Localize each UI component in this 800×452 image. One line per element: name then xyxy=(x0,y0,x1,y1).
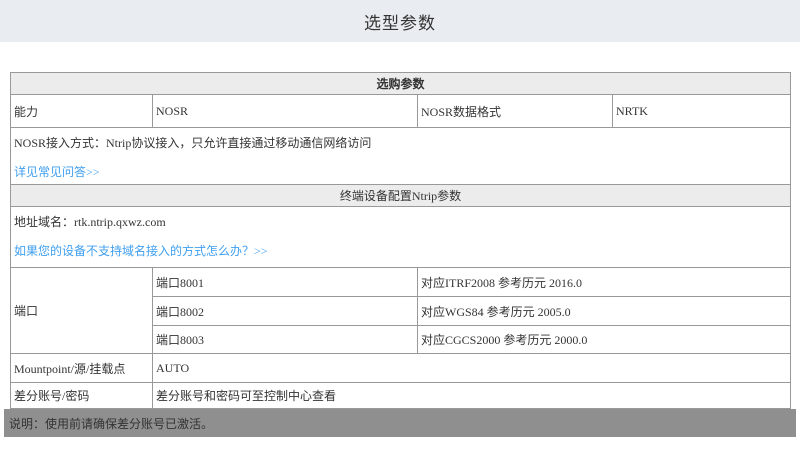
footer-note-text: 说明：使用前请确保差分账号已激活。 xyxy=(9,415,213,432)
account-label: 差分账号/密码 xyxy=(11,383,153,409)
port-label: 端口 xyxy=(11,268,153,354)
mountpoint-label: Mountpoint/源/挂载点 xyxy=(11,354,153,383)
nosr-access-row: NOSR接入方式：Ntrip协议接入，只允许直接通过移动通信网络访问 详见常见问… xyxy=(11,128,791,185)
section-title-purchase-params: 选购参数 xyxy=(11,73,791,95)
footer-note: 说明：使用前请确保差分账号已激活。 xyxy=(4,409,796,437)
mountpoint-row: Mountpoint/源/挂载点 AUTO xyxy=(11,354,791,383)
port-8002-desc: 对应WGS84 参考历元 2005.0 xyxy=(418,297,791,326)
page-title: 选型参数 xyxy=(364,9,436,34)
domain-row: 地址域名：rtk.ntrip.qxwz.com 如果您的设备不支持域名接入的方式… xyxy=(11,207,791,268)
domain-text: 地址域名：rtk.ntrip.qxwz.com xyxy=(14,214,787,230)
parameters-table: 选购参数 能力 NOSR NOSR数据格式 NRTK NOSR接入方式：Ntri… xyxy=(10,72,791,409)
faq-link[interactable]: 详见常见问答>> xyxy=(14,165,100,179)
section-header-row-purchase: 选购参数 xyxy=(11,73,791,95)
page-header: 选型参数 xyxy=(0,0,800,42)
capability-row: 能力 NOSR NOSR数据格式 NRTK xyxy=(11,95,791,128)
section-header-row-ntrip: 终端设备配置Ntrip参数 xyxy=(11,185,791,207)
port-8003-desc: 对应CGCS2000 参考历元 2000.0 xyxy=(418,326,791,354)
account-value: 差分账号和密码可至控制中心查看 xyxy=(153,383,791,409)
nosr-access-text: NOSR接入方式：Ntrip协议接入，只允许直接通过移动通信网络访问 xyxy=(14,135,787,151)
account-row: 差分账号/密码 差分账号和密码可至控制中心查看 xyxy=(11,383,791,409)
port-8003-cell: 端口8003 xyxy=(153,326,418,354)
capability-nosr-format-cell: NOSR数据格式 xyxy=(418,95,613,128)
capability-nrtk-cell: NRTK xyxy=(613,95,791,128)
capability-label: 能力 xyxy=(11,95,153,128)
domain-help-link[interactable]: 如果您的设备不支持域名接入的方式怎么办？>> xyxy=(14,244,268,258)
port-8001-desc: 对应ITRF2008 参考历元 2016.0 xyxy=(418,268,791,297)
mountpoint-value: AUTO xyxy=(153,354,791,383)
port-8002-cell: 端口8002 xyxy=(153,297,418,326)
capability-nosr-cell: NOSR xyxy=(153,95,418,128)
section-title-ntrip-params: 终端设备配置Ntrip参数 xyxy=(11,185,791,207)
port-row-1: 端口 端口8001 对应ITRF2008 参考历元 2016.0 xyxy=(11,268,791,297)
port-8001-cell: 端口8001 xyxy=(153,268,418,297)
